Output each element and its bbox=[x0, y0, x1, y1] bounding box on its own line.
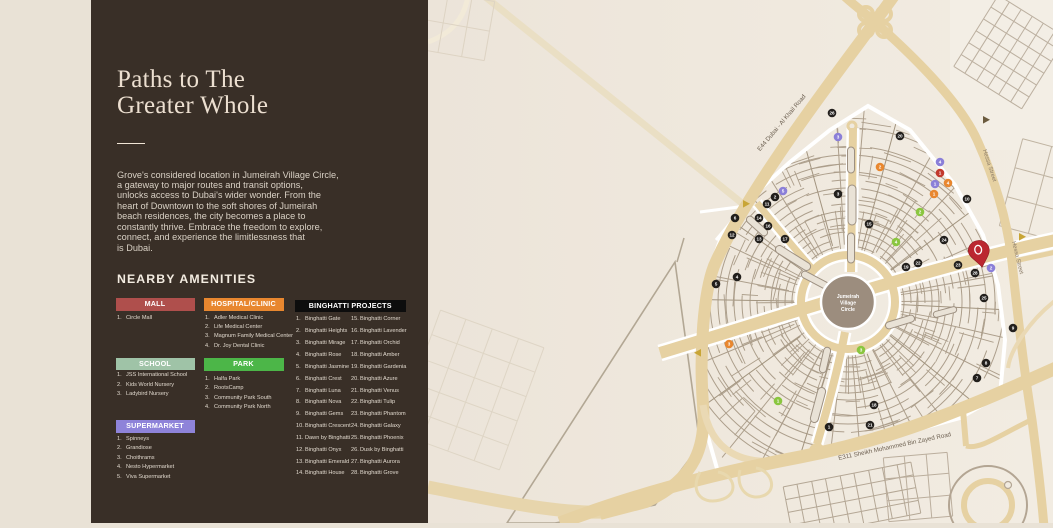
svg-text:24: 24 bbox=[941, 238, 947, 243]
svg-text:3: 3 bbox=[860, 348, 863, 353]
svg-text:11: 11 bbox=[765, 202, 770, 207]
svg-text:4: 4 bbox=[895, 240, 898, 245]
svg-text:15: 15 bbox=[866, 222, 872, 227]
svg-text:4: 4 bbox=[939, 160, 942, 165]
svg-text:8: 8 bbox=[985, 361, 988, 366]
svg-text:22: 22 bbox=[915, 261, 921, 266]
svg-text:21: 21 bbox=[867, 423, 873, 428]
svg-text:18: 18 bbox=[871, 403, 877, 408]
svg-text:3: 3 bbox=[728, 342, 731, 347]
svg-text:1: 1 bbox=[777, 399, 780, 404]
svg-text:10: 10 bbox=[964, 197, 970, 202]
svg-text:4: 4 bbox=[736, 275, 739, 280]
svg-text:12: 12 bbox=[729, 233, 735, 238]
svg-text:Village: Village bbox=[840, 301, 856, 307]
svg-text:Circle: Circle bbox=[841, 307, 855, 313]
svg-text:6: 6 bbox=[734, 216, 737, 221]
svg-text:2: 2 bbox=[879, 165, 882, 170]
svg-text:16: 16 bbox=[765, 224, 771, 229]
svg-text:1: 1 bbox=[828, 425, 831, 430]
svg-text:7: 7 bbox=[976, 376, 979, 381]
svg-text:17: 17 bbox=[782, 237, 788, 242]
svg-text:1: 1 bbox=[934, 182, 937, 187]
svg-text:3: 3 bbox=[837, 135, 840, 140]
svg-text:14: 14 bbox=[756, 216, 762, 221]
svg-text:28: 28 bbox=[972, 271, 978, 276]
svg-text:1: 1 bbox=[933, 192, 936, 197]
svg-text:23: 23 bbox=[955, 263, 961, 268]
svg-text:25: 25 bbox=[981, 296, 987, 301]
svg-text:20: 20 bbox=[897, 134, 903, 139]
svg-text:2: 2 bbox=[990, 266, 993, 271]
svg-text:1: 1 bbox=[939, 171, 942, 176]
svg-text:Jumeirah: Jumeirah bbox=[837, 294, 859, 300]
svg-text:5: 5 bbox=[715, 282, 718, 287]
svg-text:5: 5 bbox=[782, 189, 785, 194]
svg-text:4: 4 bbox=[947, 181, 950, 186]
svg-text:26: 26 bbox=[829, 111, 835, 116]
svg-text:9: 9 bbox=[1012, 326, 1015, 331]
svg-text:13: 13 bbox=[756, 237, 762, 242]
svg-text:2: 2 bbox=[774, 195, 777, 200]
svg-text:19: 19 bbox=[903, 265, 909, 270]
svg-text:3: 3 bbox=[837, 192, 840, 197]
svg-text:2: 2 bbox=[919, 210, 922, 215]
